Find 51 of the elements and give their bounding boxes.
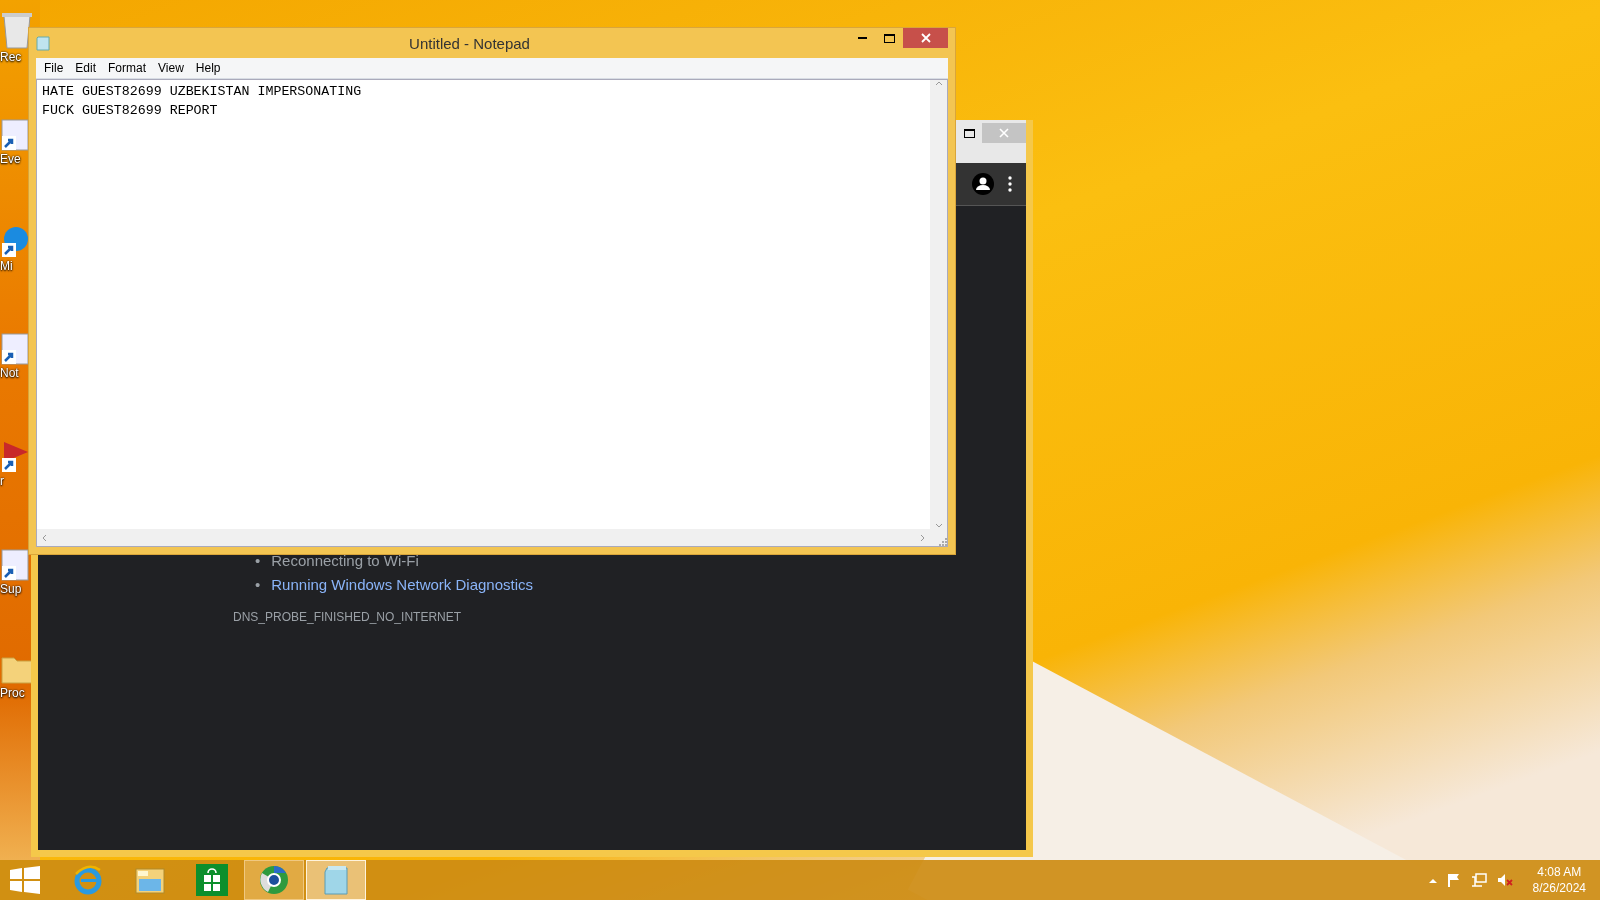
diagnostics-link[interactable]: Running Windows Network Diagnostics	[271, 573, 534, 597]
suggestion-text: Reconnecting to Wi-Fi	[271, 551, 419, 571]
maximize-icon	[963, 128, 975, 138]
close-icon	[920, 33, 931, 43]
desktop-icon-label[interactable]: Not	[0, 366, 19, 380]
bullet: •	[255, 551, 261, 571]
profile-icon[interactable]	[972, 173, 994, 195]
network-icon[interactable]	[1470, 873, 1487, 887]
shortcut-icon	[0, 548, 30, 582]
desktop-icon-label[interactable]: Rec	[0, 50, 22, 64]
resize-grip-icon[interactable]	[938, 537, 947, 546]
shortcut-icon	[0, 118, 30, 152]
shortcut-icon	[0, 225, 30, 259]
notepad-icon	[36, 35, 50, 51]
caret-up-icon[interactable]	[1428, 877, 1437, 883]
scroll-left-icon[interactable]	[41, 533, 47, 542]
muted-speaker-icon[interactable]	[1496, 873, 1513, 887]
shortcut-icon	[0, 440, 30, 474]
menu-item[interactable]: File	[38, 59, 70, 77]
desktop-icon-label[interactable]: Mi	[0, 259, 13, 273]
taskbar-button[interactable]	[244, 860, 304, 900]
menu-item[interactable]: Help	[189, 59, 227, 77]
recycle-bin-icon	[0, 10, 34, 50]
shortcut-icon	[0, 332, 30, 366]
clock-date[interactable]: 8/26/2024	[1532, 880, 1586, 896]
menu-item[interactable]: Edit	[69, 59, 103, 77]
bullet: •	[255, 575, 261, 595]
menu-icon[interactable]	[1008, 176, 1012, 192]
store-icon	[196, 864, 228, 896]
browser-icon	[258, 864, 290, 896]
menu-item[interactable]: Format	[102, 59, 153, 77]
window-title: Untitled - Notepad	[408, 34, 531, 52]
desktop-icon-label[interactable]: Sup	[0, 582, 22, 596]
clock-time[interactable]: 4:08 AM	[1537, 864, 1582, 880]
desktop-icon-label[interactable]: Proc	[0, 686, 25, 700]
error-code: DNS_PROBE_FINISHED_NO_INTERNET	[233, 610, 463, 624]
flag-icon[interactable]	[1446, 873, 1461, 887]
minimize-icon	[858, 37, 867, 39]
internet-explorer-icon	[72, 864, 104, 896]
folder-icon	[134, 865, 166, 895]
close-icon	[999, 128, 1009, 138]
maximize-icon	[884, 33, 895, 43]
windows-logo-icon	[10, 866, 40, 894]
scroll-down-icon[interactable]	[934, 523, 943, 529]
scroll-right-icon[interactable]	[920, 533, 926, 542]
menu-item[interactable]: View	[152, 59, 190, 77]
desktop-icon-label[interactable]: Eve	[0, 152, 21, 166]
desktop-icon-label[interactable]: r	[0, 474, 4, 488]
scroll-up-icon[interactable]	[934, 80, 943, 86]
close-button[interactable]	[903, 28, 948, 48]
notepad-icon	[321, 864, 351, 896]
